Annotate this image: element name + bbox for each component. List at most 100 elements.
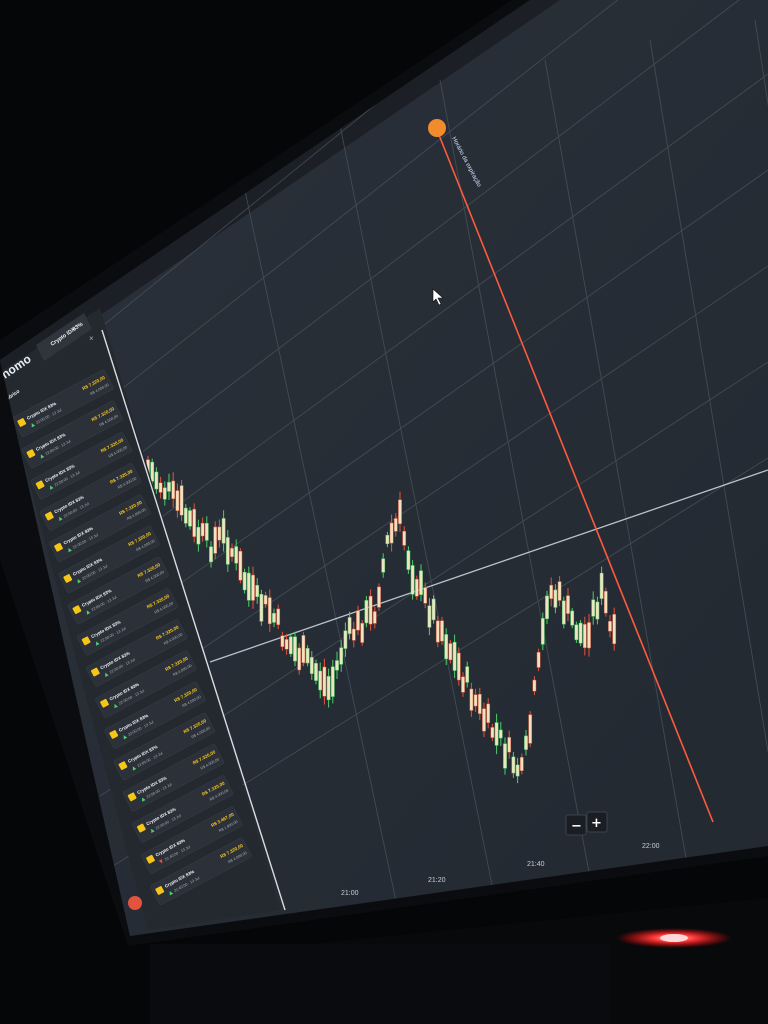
candle-body <box>398 499 402 525</box>
candle-body <box>435 620 440 643</box>
candle-body <box>540 618 545 645</box>
candle-body <box>461 676 465 693</box>
candle-body <box>557 581 562 601</box>
candle-body <box>209 546 213 563</box>
candle-body <box>419 570 423 595</box>
candle-body <box>561 600 566 625</box>
candle-body <box>582 624 587 648</box>
candle-body <box>360 623 365 643</box>
zoom-in-button[interactable]: + <box>586 811 608 833</box>
candle-body <box>587 622 591 649</box>
photo-of-monitor: Horário da expiração 21:00 21:20 21:40 2… <box>0 0 768 1024</box>
candle-body <box>452 641 457 671</box>
candle-body <box>431 598 436 621</box>
time-label: 22:00 <box>642 843 660 850</box>
candle-body <box>364 600 369 624</box>
candle-body <box>381 558 386 573</box>
candle-body <box>251 574 255 601</box>
candle-body <box>246 572 251 601</box>
candle-body <box>179 485 184 516</box>
candle-body <box>427 605 432 628</box>
close-icon[interactable]: × <box>89 334 94 343</box>
candle-body <box>288 636 293 655</box>
candle-body <box>255 585 260 597</box>
candle-body <box>368 595 373 625</box>
candle-body <box>524 735 528 750</box>
candle-body <box>507 737 512 753</box>
candle-body <box>309 657 314 674</box>
candle-body <box>301 635 306 664</box>
candle-body <box>305 648 310 664</box>
candle-body <box>162 487 167 500</box>
candle-body <box>167 482 171 492</box>
power-led-core <box>660 934 688 942</box>
svg-text:−: − <box>571 819 582 834</box>
candle-body <box>263 595 268 605</box>
candle-body <box>511 756 516 774</box>
candle-body <box>221 518 226 544</box>
candle-body <box>322 666 327 697</box>
candle-body <box>385 534 390 545</box>
candle-body <box>574 624 579 641</box>
candle-body <box>230 548 234 558</box>
candle-body <box>225 537 230 565</box>
time-label: 21:40 <box>527 861 545 868</box>
candle-body <box>343 630 348 649</box>
candle-body <box>347 617 352 634</box>
candle-body <box>259 593 264 622</box>
expiry-flag-icon[interactable] <box>428 119 446 137</box>
candle-body <box>612 614 617 645</box>
candle-body <box>414 578 419 597</box>
candle-body <box>183 507 188 524</box>
candle-body <box>536 652 541 668</box>
candle-body <box>272 613 276 623</box>
candle-body <box>603 590 608 614</box>
candle-body <box>213 526 218 554</box>
candle-body <box>377 586 381 608</box>
candle-body <box>356 610 360 631</box>
candle-body <box>171 480 176 499</box>
candle-body <box>175 490 180 511</box>
candle-body <box>482 708 486 732</box>
candle-body <box>192 508 197 537</box>
candle-body <box>515 764 520 777</box>
candle-body <box>494 722 499 746</box>
candle-body <box>519 757 524 771</box>
candle-body <box>553 589 558 608</box>
candle-body <box>456 652 461 681</box>
support-chat-icon[interactable] <box>128 896 142 910</box>
candle-body <box>528 714 533 744</box>
candle-body <box>318 670 323 691</box>
candle-body <box>566 595 570 614</box>
candle-body <box>608 621 612 632</box>
candle-body <box>549 584 554 599</box>
candle-body <box>284 639 289 650</box>
time-label: 21:00 <box>341 890 359 897</box>
candle-body <box>444 634 449 660</box>
candle-body <box>280 635 285 647</box>
candle-body <box>267 597 272 625</box>
time-label: 21:20 <box>428 877 446 884</box>
candle-body <box>406 550 411 570</box>
candle-body <box>339 647 344 665</box>
candle-body <box>154 471 159 490</box>
candle-body <box>276 608 281 625</box>
candle-body <box>393 518 398 532</box>
candle-body <box>570 610 575 626</box>
candle-body <box>335 660 339 671</box>
candle-body <box>423 587 428 604</box>
candle-body <box>234 546 239 564</box>
candle-body <box>469 688 474 711</box>
candle-body <box>595 601 600 620</box>
candle-body <box>545 595 549 619</box>
candle-body <box>410 565 415 595</box>
candle-body <box>486 703 491 723</box>
candle-body <box>389 522 394 544</box>
svg-text:+: + <box>591 816 602 831</box>
candle-body <box>448 643 453 661</box>
candle-body <box>440 620 444 642</box>
candle-body <box>465 666 470 683</box>
candle-body <box>498 729 503 739</box>
candle-body <box>473 694 478 707</box>
zoom-out-button[interactable]: − <box>565 814 587 836</box>
